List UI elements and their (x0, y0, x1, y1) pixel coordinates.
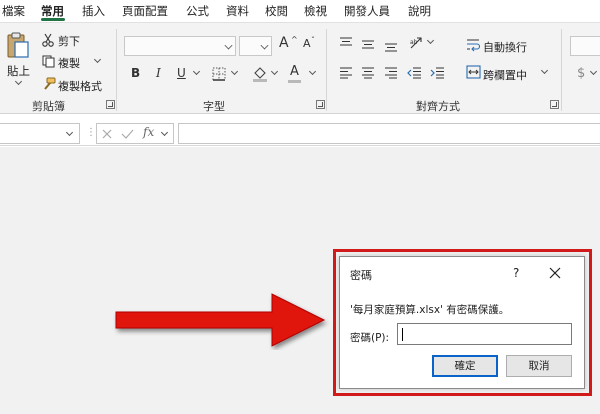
tab-insert[interactable]: 插入 (82, 3, 105, 19)
number-format-combo[interactable] (570, 36, 600, 56)
fill-color-dropdown-icon[interactable] (270, 67, 279, 76)
menu-bar: 檔案 常用 插入 頁面配置 公式 資料 校閱 檢視 開發人員 說明 (0, 0, 600, 22)
format-painter-icon (44, 77, 56, 90)
name-box[interactable] (0, 123, 80, 144)
shrink-font-caret-icon: ˇ (311, 36, 315, 45)
shrink-font-button[interactable]: A (303, 37, 311, 50)
copy-dropdown-icon[interactable] (93, 55, 102, 64)
fill-color-icon[interactable] (252, 66, 268, 82)
currency-dropdown-icon[interactable] (589, 67, 598, 76)
copy-button[interactable]: 複製 (58, 55, 80, 71)
wrap-text-button[interactable]: 自動換行 (483, 39, 527, 55)
ribbon: 貼上 剪下 複製 複製格式 剪貼簿 A ^ A ˇ B I U A 字型 ab … (0, 22, 600, 114)
paste-dropdown-icon[interactable] (14, 77, 23, 86)
merge-dropdown-icon[interactable] (540, 66, 549, 75)
scissors-icon (42, 33, 54, 47)
cut-button[interactable]: 剪下 (58, 33, 80, 49)
decrease-indent-icon[interactable] (407, 67, 422, 79)
tab-page-layout[interactable]: 頁面配置 (122, 3, 168, 19)
group-separator (561, 29, 562, 111)
ok-button[interactable]: 確定 (432, 355, 498, 377)
svg-text:ab: ab (410, 39, 418, 46)
red-arrow-annotation (115, 293, 326, 347)
group-separator (326, 29, 327, 111)
enter-icon[interactable] (121, 128, 134, 140)
paste-button[interactable]: 貼上 (7, 63, 30, 79)
password-label: 密碼(P): (350, 332, 390, 344)
group-separator (116, 29, 117, 111)
tab-help[interactable]: 說明 (408, 3, 431, 19)
close-icon[interactable] (549, 267, 561, 279)
dialog-message: '每月家庭預算.xlsx' 有密碼保護。 (350, 304, 510, 316)
fx-dropdown-icon[interactable] (160, 128, 169, 137)
orientation-dropdown-icon[interactable] (426, 36, 435, 45)
tab-developer[interactable]: 開發人員 (344, 3, 390, 19)
font-color-swatch (288, 80, 301, 83)
password-dialog: 密碼 ? '每月家庭預算.xlsx' 有密碼保護。 密碼(P): 確定 取消 (339, 256, 585, 389)
align-left-icon[interactable] (339, 67, 353, 79)
bottom-align-icon[interactable] (384, 41, 398, 53)
name-box-dropdown-icon[interactable] (65, 128, 74, 137)
tab-home[interactable]: 常用 (41, 3, 64, 19)
orientation-icon[interactable]: ab (408, 35, 424, 51)
dialog-title: 密碼 (350, 269, 372, 282)
align-center-icon[interactable] (361, 67, 375, 79)
formula-buttons: fx (96, 123, 174, 144)
underline-dropdown-icon[interactable] (192, 67, 201, 76)
currency-button[interactable]: $ (577, 66, 585, 81)
tab-review[interactable]: 校閱 (265, 3, 288, 19)
middle-align-icon[interactable] (361, 39, 375, 51)
font-color-dropdown-icon[interactable] (308, 67, 317, 76)
alignment-group-label: 對齊方式 (416, 100, 460, 113)
increase-indent-icon[interactable] (430, 67, 445, 79)
borders-dropdown-icon[interactable] (230, 67, 239, 76)
alignment-launcher-icon[interactable] (550, 100, 559, 109)
paste-icon[interactable] (6, 31, 30, 59)
copy-icon (42, 55, 55, 68)
tab-data[interactable]: 資料 (226, 3, 249, 19)
format-painter-button[interactable]: 複製格式 (58, 78, 102, 94)
merge-center-button[interactable]: 跨欄置中 (483, 67, 527, 83)
formula-bar: ⋮ fx (0, 120, 600, 146)
font-launcher-icon[interactable] (316, 100, 325, 109)
text-caret (402, 328, 403, 341)
insert-function-button[interactable]: fx (143, 125, 154, 139)
grow-font-caret-icon: ^ (291, 35, 298, 44)
tab-view[interactable]: 檢視 (304, 3, 327, 19)
font-name-combo[interactable] (124, 36, 236, 56)
tab-file[interactable]: 檔案 (2, 3, 25, 19)
formula-input[interactable] (178, 123, 600, 144)
underline-button[interactable]: U (177, 66, 186, 80)
active-tab-indicator (41, 18, 65, 21)
tab-formulas[interactable]: 公式 (186, 3, 209, 19)
cancel-button[interactable]: 取消 (506, 355, 572, 377)
clipboard-group-label: 剪貼簿 (32, 100, 65, 113)
wrap-text-icon (467, 39, 481, 52)
grow-font-button[interactable]: A (279, 35, 289, 51)
borders-icon[interactable] (212, 67, 226, 81)
password-input[interactable] (397, 323, 572, 345)
merge-center-icon (466, 65, 481, 79)
italic-button[interactable]: I (156, 66, 161, 80)
help-button[interactable]: ? (513, 266, 519, 280)
cancel-icon[interactable] (101, 128, 113, 140)
clipboard-launcher-icon[interactable] (106, 100, 115, 109)
top-align-icon[interactable] (339, 37, 353, 49)
font-group-label: 字型 (203, 100, 225, 113)
font-size-combo[interactable] (239, 36, 272, 56)
align-right-icon[interactable] (384, 67, 398, 79)
formula-bar-grip-icon: ⋮ (86, 127, 96, 138)
bold-button[interactable]: B (131, 66, 140, 80)
font-color-button[interactable]: A (290, 64, 299, 79)
